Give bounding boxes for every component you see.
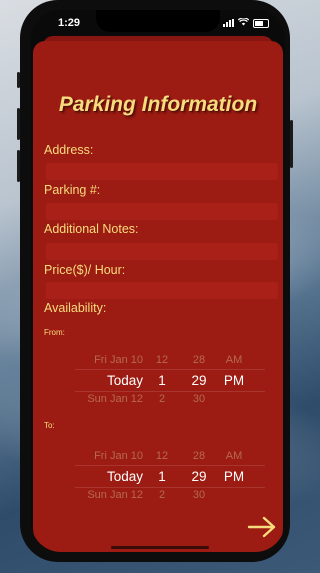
picker-ampm: PM [223,469,245,484]
availability-label: Availability: [44,301,107,315]
picker-hour: 1 [158,469,166,484]
picker-date: Sun Jan 12 [87,489,143,501]
signal-icon [223,19,234,27]
picker-hour: 12 [155,450,169,462]
picker-minute: 29 [191,373,207,388]
additional-notes-field[interactable] [46,243,278,260]
picker-selected-row[interactable]: Today 1 29 PM [33,373,283,391]
address-field[interactable] [46,163,278,180]
parking-form-sheet: Parking Information Address: Parking #: … [33,41,283,552]
picker-minute: 28 [192,450,206,462]
picker-minute: 30 [192,393,206,405]
mute-switch [17,72,20,88]
volume-down-button [17,150,20,182]
battery-icon [253,18,269,28]
phone-screen: 1:29 Parking Information Address: Parkin… [31,10,285,552]
to-date-picker[interactable]: Fri Jan 10 12 28 AM Today 1 29 PM Sun Ja… [33,450,283,510]
picker-minute: 28 [192,354,206,366]
picker-date: Fri Jan 10 [94,450,143,462]
picker-date: Sun Jan 12 [87,393,143,405]
picker-ampm: PM [223,373,245,388]
picker-selection-line [75,391,265,392]
picker-hour: 2 [158,489,166,501]
picker-row: Sun Jan 12 2 30 [33,393,283,411]
status-icons [223,17,269,28]
picker-hour: 2 [158,393,166,405]
additional-notes-label: Additional Notes: [44,222,139,236]
power-button [290,120,293,168]
status-time: 1:29 [58,17,81,29]
picker-selection-line [75,487,265,488]
picker-hour: 1 [158,373,166,388]
picker-minute: 30 [192,489,206,501]
price-label: Price($)/ Hour: [44,263,126,277]
parking-number-label: Parking #: [44,183,101,197]
notch [96,10,220,32]
parking-number-field[interactable] [46,203,278,220]
picker-selected-row[interactable]: Today 1 29 PM [33,469,283,487]
picker-selection-line [75,369,265,370]
arrow-right-icon[interactable] [247,515,277,539]
from-label: From: [44,328,65,337]
picker-date: Today [106,469,143,484]
picker-date: Fri Jan 10 [94,354,143,366]
picker-row: Sun Jan 12 2 30 [33,489,283,507]
to-label: To: [44,421,55,430]
from-date-picker[interactable]: Fri Jan 10 12 28 AM Today 1 29 PM Sun Ja… [33,354,283,414]
price-field[interactable] [46,282,278,299]
picker-ampm: AM [225,450,243,462]
picker-minute: 29 [191,469,207,484]
volume-up-button [17,108,20,140]
picker-date: Today [106,373,143,388]
home-indicator [111,546,209,549]
page-title: Parking Information [58,93,258,116]
wifi-icon [237,17,250,28]
address-label: Address: [44,143,94,157]
picker-hour: 12 [155,354,169,366]
picker-ampm: AM [225,354,243,366]
picker-selection-line [75,465,265,466]
